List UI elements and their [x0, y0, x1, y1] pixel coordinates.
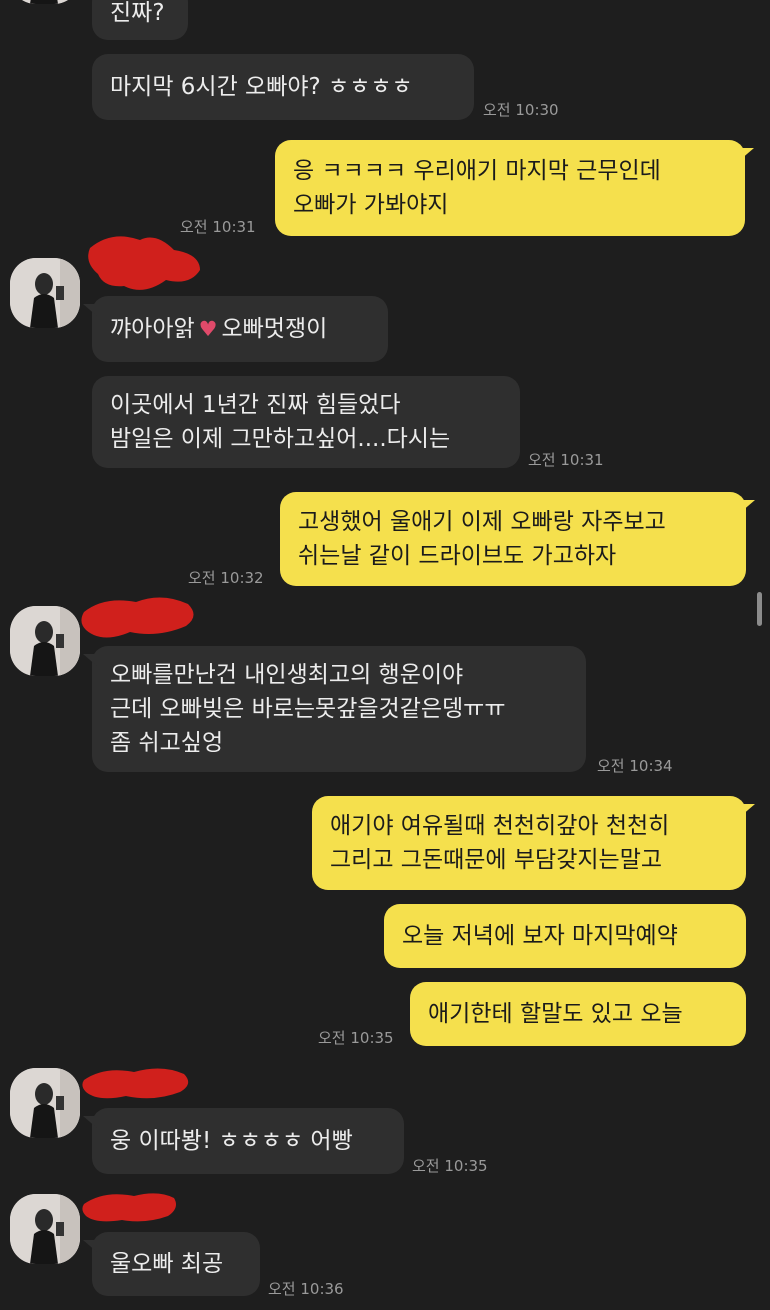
redaction-mark-icon — [88, 236, 200, 290]
redaction-mark-icon — [82, 1193, 176, 1222]
message-text: 고생했어 울애기 이제 오빠랑 자주보고 쉬는날 같이 드라이브도 가고하자 — [298, 509, 666, 569]
message-text: 웅 이따봥! ㅎㅎㅎㅎ 어빵 — [110, 1128, 353, 1154]
avatar-photo-icon — [10, 0, 80, 4]
message-bubble-outgoing[interactable]: 애기야 여유될때 천천히갚아 천천히 그리고 그돈때문에 부담갖지는말고 — [312, 796, 755, 890]
message-text: 울오빠 최공 — [110, 1251, 224, 1277]
message-timestamp: 오전 10:34 — [597, 757, 673, 775]
avatar-photo-icon — [10, 258, 80, 328]
scrollbar-thumb[interactable] — [757, 592, 762, 626]
message-bubble-outgoing[interactable]: 고생했어 울애기 이제 오빠랑 자주보고 쉬는날 같이 드라이브도 가고하자 — [280, 492, 755, 586]
message-bubble-incoming[interactable]: 오빠를만난건 내인생최고의 행운이야 근데 오빠빚은 바로는못갚을것같은뎅ㅠㅠ … — [83, 646, 586, 772]
message-bubble-incoming[interactable]: 꺄아아앍 ♥ 오빠멋쟁이 — [83, 296, 388, 362]
message-bubble-outgoing[interactable]: 오늘 저녁에 보자 마지막예약 — [384, 904, 746, 968]
message-timestamp: 오전 10:31 — [528, 451, 604, 469]
message-timestamp: 오전 10:36 — [268, 1280, 344, 1298]
sender-avatar[interactable] — [10, 0, 80, 4]
avatar-photo-icon — [10, 1068, 80, 1138]
message-bubble-incoming[interactable]: 마지막 6시간 오빠야? ㅎㅎㅎㅎ — [92, 54, 474, 120]
message-bubble-outgoing[interactable]: 애기한테 할말도 있고 오늘 — [410, 982, 746, 1046]
message-text: 애기야 여유될때 천천히갚아 천천히 그리고 그돈때문에 부담갖지는말고 — [330, 813, 670, 873]
avatar-photo-icon — [10, 1194, 80, 1264]
message-bubble-outgoing[interactable]: 응 ㅋㅋㅋㅋ 우리애기 마지막 근무인데 오빠가 가봐야지 — [275, 140, 754, 236]
sender-avatar[interactable] — [10, 1068, 80, 1138]
message-timestamp: 오전 10:35 — [318, 1029, 394, 1047]
sender-avatar[interactable] — [10, 606, 80, 676]
message-bubble-incoming[interactable]: 울오빠 최공 — [83, 1232, 260, 1296]
redaction-mark-icon — [81, 597, 194, 638]
sender-avatar[interactable] — [10, 258, 80, 328]
message-timestamp: 오전 10:30 — [483, 101, 559, 119]
message-timestamp: 오전 10:35 — [412, 1157, 488, 1175]
sender-avatar[interactable] — [10, 1194, 80, 1264]
message-text: 마지막 6시간 오빠야? ㅎㅎㅎㅎ — [110, 74, 413, 100]
message-bubble-incoming[interactable]: 웅 이따봥! ㅎㅎㅎㅎ 어빵 — [83, 1108, 404, 1174]
message-text: 이곳에서 1년간 진짜 힘들었다 밤일은 이제 그만하고싶어....다시는 — [110, 392, 451, 452]
message-bubble-incoming[interactable]: 이곳에서 1년간 진짜 힘들었다 밤일은 이제 그만하고싶어....다시는 — [92, 376, 520, 468]
heart-emoji-icon: ♥ — [198, 317, 218, 341]
message-text: 꺄아아앍 ♥ 오빠멋쟁이 — [110, 316, 328, 342]
message-text: 애기한테 할말도 있고 오늘 — [428, 1001, 683, 1027]
redaction-mark-icon — [82, 1068, 189, 1099]
message-text: 진짜? — [110, 0, 165, 26]
message-text: 응 ㅋㅋㅋㅋ 우리애기 마지막 근무인데 오빠가 가봐야지 — [293, 158, 661, 218]
avatar-photo-icon — [10, 606, 80, 676]
message-text: 오늘 저녁에 보자 마지막예약 — [402, 923, 678, 949]
message-timestamp: 오전 10:32 — [188, 569, 264, 587]
message-bubble-incoming[interactable]: 진짜? — [92, 0, 188, 40]
message-text: 오빠를만난건 내인생최고의 행운이야 근데 오빠빚은 바로는못갚을것같은뎅ㅠㅠ … — [110, 662, 506, 756]
